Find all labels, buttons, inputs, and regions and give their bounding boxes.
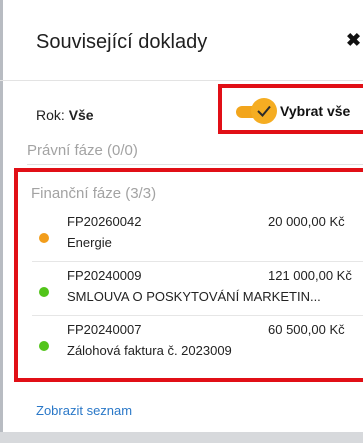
document-amount: 20 000,00 Kč bbox=[268, 214, 345, 229]
select-all-label[interactable]: Vybrat vše bbox=[280, 103, 350, 119]
status-dot-icon bbox=[39, 233, 49, 243]
select-all-highlight: Vybrat vše bbox=[218, 84, 363, 134]
document-description: Zálohová faktura č. 2023009 bbox=[67, 343, 232, 358]
panel-title: Související doklady bbox=[36, 31, 208, 53]
document-number: FP20240009 bbox=[67, 268, 142, 283]
status-dot-icon bbox=[39, 341, 49, 351]
document-item[interactable]: FP20240009 121 000,00 Kč SMLOUVA O POSKY… bbox=[18, 264, 363, 316]
document-amount: 60 500,00 Kč bbox=[268, 322, 345, 337]
related-documents-panel: Související doklady ✖ Rok: Vše Vybrat vš… bbox=[0, 0, 363, 443]
document-description: Energie bbox=[67, 235, 112, 250]
financial-phase-highlight: Finanční fáze (3/3) FP20260042 20 000,00… bbox=[14, 168, 363, 382]
year-filter-value: Vše bbox=[68, 107, 94, 123]
document-description: SMLOUVA O POSKYTOVÁNÍ MARKETIN... bbox=[67, 289, 321, 304]
close-icon[interactable]: ✖ bbox=[346, 30, 361, 51]
year-filter-label: Rok: bbox=[36, 107, 65, 123]
phase-financial-header[interactable]: Finanční fáze (3/3) bbox=[31, 185, 156, 202]
divider bbox=[32, 315, 363, 316]
panel-header: Související doklady ✖ bbox=[0, 0, 363, 81]
divider bbox=[32, 261, 363, 262]
document-amount: 121 000,00 Kč bbox=[268, 268, 352, 283]
select-all-toggle[interactable] bbox=[251, 98, 277, 124]
divider bbox=[27, 164, 363, 165]
panel-bottom-strip bbox=[0, 432, 363, 443]
show-list-link[interactable]: Zobrazit seznam bbox=[36, 403, 132, 418]
status-dot-icon bbox=[39, 287, 49, 297]
phase-legal-header[interactable]: Právní fáze (0/0) bbox=[27, 142, 138, 159]
document-item[interactable]: FP20240007 60 500,00 Kč Zálohová faktura… bbox=[18, 318, 363, 370]
document-item[interactable]: FP20260042 20 000,00 Kč Energie bbox=[18, 210, 363, 262]
document-number: FP20260042 bbox=[67, 214, 142, 229]
year-filter[interactable]: Rok: Vše bbox=[36, 107, 94, 123]
checkmark-icon bbox=[257, 105, 271, 117]
document-number: FP20240007 bbox=[67, 322, 142, 337]
